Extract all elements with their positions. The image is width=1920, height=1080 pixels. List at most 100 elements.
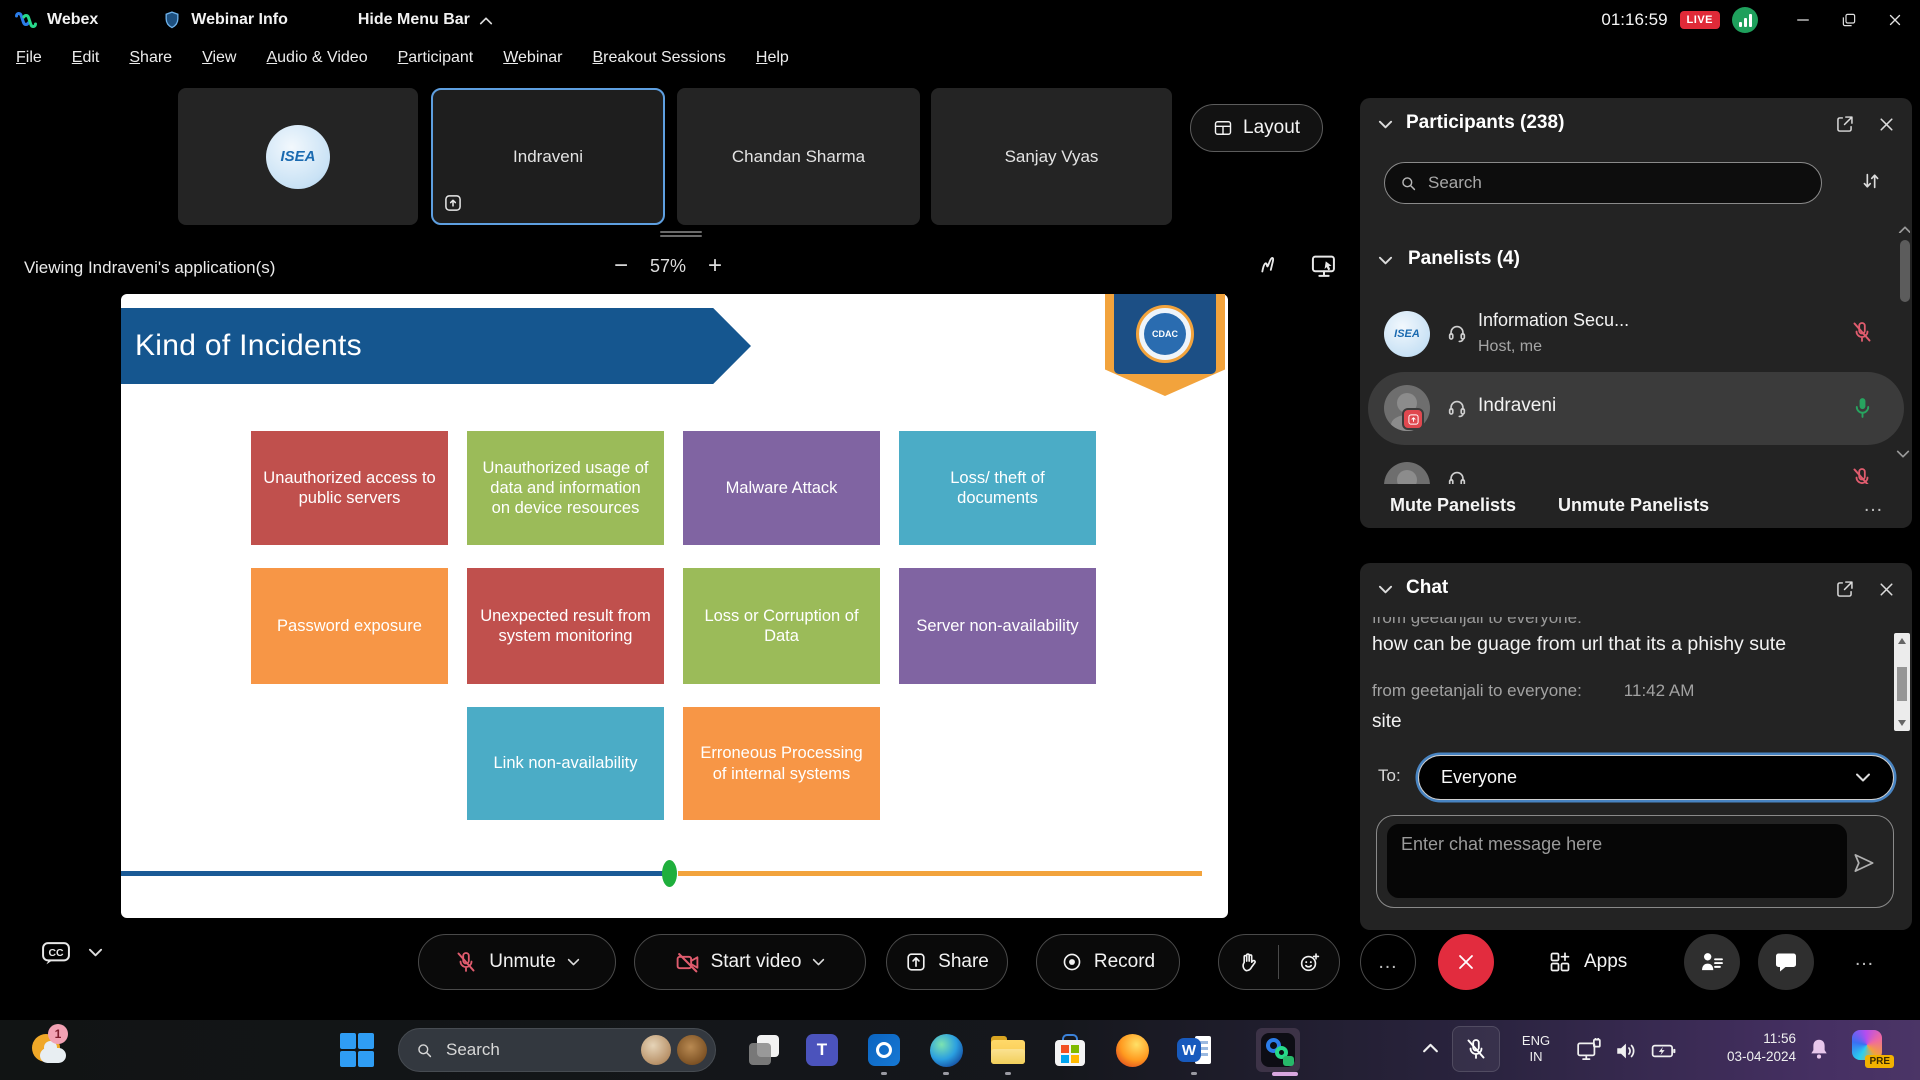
tray-volume-icon[interactable] (1614, 1038, 1640, 1064)
chat-toggle-button[interactable] (1758, 934, 1814, 990)
collapse-chat-icon[interactable] (1378, 585, 1393, 595)
zoom-in-button[interactable]: + (702, 252, 728, 280)
video-tile-indraveni[interactable]: Indraveni (431, 88, 665, 225)
mic-muted-icon[interactable] (1850, 320, 1874, 344)
video-tile-chandan[interactable]: Chandan Sharma (677, 88, 920, 225)
remote-control-icon[interactable] (1310, 252, 1338, 280)
record-button[interactable]: Record (1036, 934, 1180, 990)
tray-battery-icon[interactable] (1650, 1038, 1678, 1064)
scrollbar-thumb[interactable] (1897, 667, 1907, 701)
copilot-icon[interactable]: PRE (1852, 1030, 1882, 1060)
word-icon[interactable]: W (1172, 1028, 1216, 1072)
popout-icon[interactable] (1834, 114, 1855, 135)
raise-hand-icon[interactable] (1237, 951, 1260, 974)
close-panel-icon[interactable] (1876, 579, 1897, 600)
participant-row-indraveni[interactable]: Indraveni (1368, 372, 1904, 445)
apps-button[interactable]: Apps (1548, 934, 1627, 990)
video-tile-sanjay[interactable]: Sanjay Vyas (931, 88, 1172, 225)
slide-box: Unauthorized access to public servers (251, 431, 448, 545)
zoom-out-button[interactable]: − (608, 252, 634, 280)
chevron-down-icon[interactable] (567, 958, 580, 967)
hide-menu-bar-button[interactable]: Hide Menu Bar (358, 11, 470, 29)
restore-button[interactable] (1832, 6, 1866, 34)
reactions-button[interactable] (1218, 934, 1340, 990)
task-view-icon[interactable] (742, 1028, 786, 1072)
chevron-down-icon[interactable] (88, 948, 103, 958)
slide-progress-right (678, 871, 1202, 876)
participants-toggle-button[interactable] (1684, 934, 1740, 990)
copilot-pre-badge: PRE (1865, 1055, 1894, 1068)
language-indicator[interactable]: ENGIN (1516, 1033, 1556, 1066)
scroll-down-icon[interactable] (1896, 450, 1910, 459)
connection-quality-icon[interactable] (1732, 7, 1758, 33)
share-button[interactable]: Share (886, 934, 1008, 990)
participant-row-host[interactable]: ISEA Information Secu... Host, me (1360, 300, 1912, 370)
chat-message-input[interactable] (1387, 824, 1847, 898)
minimize-button[interactable] (1786, 6, 1820, 34)
video-tile-host[interactable]: ISEA (178, 88, 418, 225)
mic-on-icon[interactable] (1850, 395, 1875, 420)
edge-icon[interactable] (924, 1028, 968, 1072)
firefox-icon[interactable] (1110, 1028, 1154, 1072)
leave-meeting-button[interactable] (1438, 934, 1494, 990)
chevron-up-icon[interactable] (479, 16, 493, 25)
teams-icon[interactable]: T (800, 1028, 844, 1072)
tray-mic-muted-icon[interactable] (1452, 1026, 1500, 1072)
start-button[interactable] (340, 1033, 374, 1067)
participants-search[interactable] (1384, 162, 1822, 204)
slide-box: Loss/ theft of documents (899, 431, 1096, 545)
menu-item-breakout-sessions[interactable]: Breakout Sessions (593, 49, 726, 67)
closed-captions-button[interactable]: CC (40, 938, 103, 968)
menu-item-help[interactable]: Help (756, 49, 789, 67)
outlook-icon[interactable] (862, 1028, 906, 1072)
menu-item-audio-video[interactable]: Audio & Video (266, 49, 367, 67)
tray-show-hidden-icon[interactable] (1422, 1042, 1439, 1053)
close-button[interactable] (1878, 6, 1912, 34)
meeting-timer: 01:16:59 (1601, 10, 1667, 30)
popout-icon[interactable] (1834, 579, 1855, 600)
scroll-down-icon[interactable] (1898, 720, 1906, 726)
zoom-level: 57% (650, 256, 686, 277)
participants-search-input[interactable] (1428, 173, 1807, 193)
scroll-up-icon[interactable] (1898, 638, 1906, 644)
close-panel-icon[interactable] (1876, 114, 1897, 135)
menu-item-webinar[interactable]: Webinar (503, 49, 562, 67)
app-title: Webex (47, 11, 98, 29)
chevron-down-icon[interactable] (812, 958, 825, 967)
microsoft-store-icon[interactable] (1048, 1028, 1092, 1072)
mute-panelists-button[interactable]: Mute Panelists (1390, 495, 1516, 516)
scroll-up-icon[interactable] (1896, 224, 1910, 233)
start-video-button[interactable]: Start video (634, 934, 866, 990)
dock-more-button[interactable]: … (1854, 948, 1875, 971)
menu-item-participant[interactable]: Participant (398, 49, 474, 67)
scrollbar-thumb[interactable] (1900, 240, 1910, 302)
unmute-button[interactable]: Unmute (418, 934, 616, 990)
filmstrip-resize-handle[interactable] (660, 231, 702, 238)
webex-taskbar-icon[interactable] (1256, 1028, 1300, 1072)
menu-item-share[interactable]: Share (129, 49, 172, 67)
tray-display-icon[interactable] (1576, 1038, 1602, 1064)
layout-button[interactable]: Layout (1190, 104, 1323, 152)
chat-scrollbar[interactable] (1894, 633, 1910, 731)
menu-item-edit[interactable]: Edit (72, 49, 100, 67)
webinar-info-button[interactable]: Webinar Info (191, 11, 288, 29)
chat-message-clipped: from geetanjali to everyone: (1372, 617, 1852, 630)
annotate-icon[interactable] (1258, 252, 1284, 278)
emoji-reactions-icon[interactable] (1298, 951, 1321, 974)
sort-icon[interactable] (1860, 170, 1882, 192)
participants-more-button[interactable]: … (1863, 494, 1884, 517)
menu-item-file[interactable]: File (16, 49, 42, 67)
recipient-select[interactable]: Everyone (1418, 755, 1894, 800)
chat-timestamp: 11:42 AM (1624, 681, 1695, 701)
tray-clock[interactable]: 11:56 03-04-2024 (1700, 1030, 1796, 1065)
menu-item-view[interactable]: View (202, 49, 236, 67)
unmute-panelists-button[interactable]: Unmute Panelists (1558, 495, 1709, 516)
more-options-button[interactable]: … (1360, 934, 1416, 990)
taskbar-search[interactable]: Search (398, 1028, 716, 1072)
tray-notifications-bell-icon[interactable] (1806, 1036, 1832, 1062)
taskbar-weather-widget[interactable]: 1 (30, 1030, 70, 1070)
collapse-participants-icon[interactable] (1378, 120, 1393, 130)
file-explorer-icon[interactable] (986, 1028, 1030, 1072)
send-icon[interactable] (1851, 850, 1877, 876)
collapse-panelists-icon[interactable] (1378, 256, 1393, 266)
